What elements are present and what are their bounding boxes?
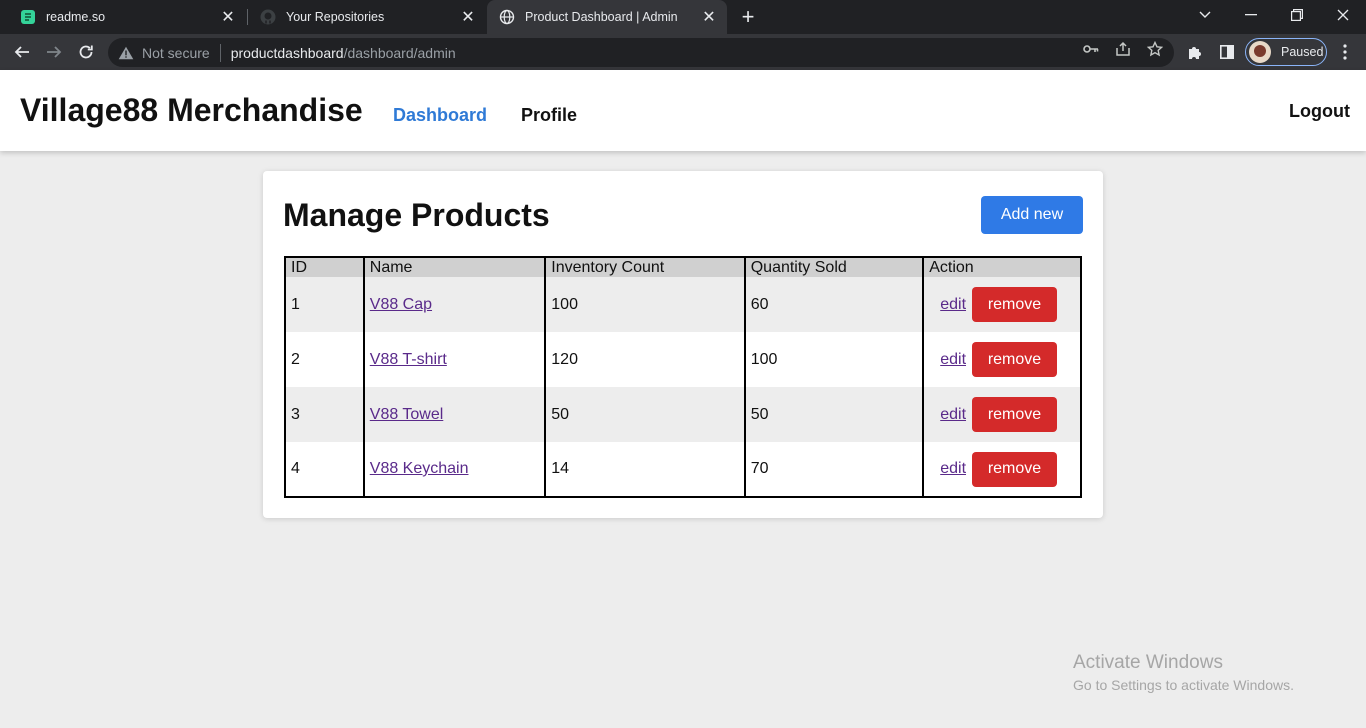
tab-title: readme.so	[46, 10, 106, 24]
manage-products-card: Manage Products Add new ID Name Inventor…	[263, 171, 1103, 518]
nav-profile-link[interactable]: Profile	[521, 105, 577, 126]
profile-button[interactable]: Paused	[1245, 38, 1327, 66]
restore-icon[interactable]	[1274, 0, 1320, 30]
close-tab-icon[interactable]: ✕	[458, 7, 478, 27]
cell-action: edit remove	[922, 277, 1082, 332]
key-icon[interactable]	[1082, 40, 1100, 58]
column-header-id: ID	[284, 257, 365, 277]
cell-sold: 70	[743, 442, 925, 497]
cell-name: V88 T-shirt	[362, 332, 547, 387]
products-table: ID Name Inventory Count Quantity Sold Ac…	[284, 256, 1082, 498]
cell-id: 4	[284, 442, 365, 497]
table-row: 3 V88 Towel 50 50 edit remove	[284, 387, 1082, 442]
cell-action: edit remove	[922, 387, 1082, 442]
cell-id: 2	[284, 332, 365, 387]
app-header: Village88 Merchandise Dashboard Profile …	[0, 70, 1366, 151]
bookmark-star-icon[interactable]	[1146, 40, 1164, 58]
edit-link[interactable]: edit	[940, 406, 966, 424]
column-header-action: Action	[922, 257, 1082, 277]
warning-triangle-icon[interactable]	[118, 45, 134, 61]
profile-status-label: Paused	[1281, 45, 1324, 59]
back-arrow-icon[interactable]	[8, 38, 36, 66]
nav-dashboard-link[interactable]: Dashboard	[393, 105, 487, 126]
browser-tab-readme[interactable]: readme.so ✕	[8, 0, 246, 34]
cell-action: edit remove	[922, 442, 1082, 497]
cell-action: edit remove	[922, 332, 1082, 387]
edit-link[interactable]: edit	[940, 351, 966, 369]
forward-arrow-icon[interactable]	[40, 38, 68, 66]
add-new-button[interactable]: Add new	[981, 196, 1083, 234]
edit-link[interactable]: edit	[940, 296, 966, 314]
new-tab-plus-icon[interactable]: +	[736, 6, 760, 28]
address-divider	[219, 43, 221, 62]
cell-name: V88 Cap	[362, 277, 547, 332]
remove-button[interactable]: remove	[972, 342, 1058, 377]
close-window-icon[interactable]	[1320, 0, 1366, 30]
product-link[interactable]: V88 Keychain	[370, 460, 469, 477]
product-link[interactable]: V88 Towel	[370, 406, 444, 423]
remove-button[interactable]: remove	[972, 451, 1058, 487]
tab-title: Your Repositories	[286, 10, 385, 24]
address-bar[interactable]: Not secure productdashboard /dashboard/a…	[108, 38, 1174, 67]
readme-so-icon	[20, 9, 36, 25]
cell-inventory: 14	[544, 442, 746, 497]
minimize-icon[interactable]	[1228, 0, 1274, 30]
remove-button[interactable]: remove	[972, 397, 1058, 432]
url-path: /dashboard/admin	[343, 44, 456, 61]
edit-link[interactable]: edit	[940, 460, 966, 478]
column-header-inventory: Inventory Count	[544, 257, 746, 277]
remove-button[interactable]: remove	[972, 287, 1058, 322]
cell-sold: 100	[743, 332, 925, 387]
brand-title: Village88 Merchandise	[20, 92, 363, 128]
browser-tab-product-dashboard[interactable]: Product Dashboard | Admin ✕	[487, 0, 727, 34]
browser-toolbar: Not secure productdashboard /dashboard/a…	[0, 34, 1366, 70]
cell-name: V88 Towel	[362, 387, 547, 442]
share-icon[interactable]	[1114, 40, 1132, 58]
side-panel-icon[interactable]	[1218, 43, 1236, 61]
reload-icon[interactable]	[72, 38, 100, 66]
table-header-row: ID Name Inventory Count Quantity Sold Ac…	[284, 257, 1082, 277]
kebab-menu-icon[interactable]	[1336, 43, 1354, 61]
logout-link[interactable]: Logout	[1289, 101, 1350, 122]
extensions-puzzle-icon[interactable]	[1186, 43, 1204, 61]
browser-tab-repositories[interactable]: Your Repositories ✕	[248, 0, 486, 34]
cell-sold: 60	[743, 277, 925, 332]
cell-inventory: 120	[544, 332, 746, 387]
watermark-subtitle: Go to Settings to activate Windows.	[1073, 677, 1294, 693]
cell-id: 1	[284, 277, 365, 332]
tab-search-chevron-icon[interactable]	[1182, 0, 1228, 30]
security-status-label[interactable]: Not secure	[142, 45, 210, 61]
globe-icon	[499, 9, 515, 25]
page-title: Manage Products	[283, 197, 550, 233]
table-row: 1 V88 Cap 100 60 edit remove	[284, 277, 1082, 332]
avatar	[1249, 41, 1271, 63]
watermark-title: Activate Windows	[1073, 652, 1223, 673]
close-tab-icon[interactable]: ✕	[699, 7, 719, 27]
cell-sold: 50	[743, 387, 925, 442]
browser-tab-strip: readme.so ✕ Your Repositories ✕ Product …	[0, 0, 1366, 34]
column-header-name: Name	[362, 257, 547, 277]
activate-windows-watermark: Activate Windows Go to Settings to activ…	[1073, 652, 1294, 693]
column-header-sold: Quantity Sold	[743, 257, 925, 277]
table-row: 4 V88 Keychain 14 70 edit remove	[284, 442, 1082, 497]
product-link[interactable]: V88 T-shirt	[370, 351, 447, 368]
tab-title: Product Dashboard | Admin	[525, 10, 678, 24]
close-tab-icon[interactable]: ✕	[218, 7, 238, 27]
cell-inventory: 100	[544, 277, 746, 332]
github-icon	[260, 9, 276, 25]
cell-inventory: 50	[544, 387, 746, 442]
table-row: 2 V88 T-shirt 120 100 edit remove	[284, 332, 1082, 387]
cell-id: 3	[284, 387, 365, 442]
cell-name: V88 Keychain	[362, 442, 547, 497]
product-link[interactable]: V88 Cap	[370, 296, 432, 313]
url-host: productdashboard	[230, 44, 344, 61]
